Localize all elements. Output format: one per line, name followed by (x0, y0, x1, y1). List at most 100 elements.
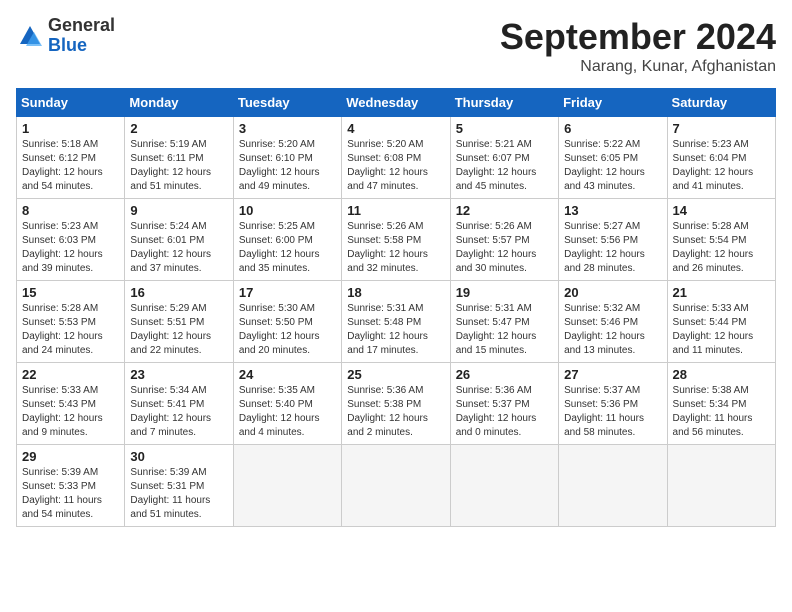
calendar-day-cell: 5Sunrise: 5:21 AMSunset: 6:07 PMDaylight… (450, 117, 558, 199)
calendar-day-cell: 8 Sunrise: 5:23 AMSunset: 6:03 PMDaylight… (17, 199, 125, 281)
calendar-day-cell: 24 Sunrise: 5:35 AMSunset: 5:40 PMDayligh… (233, 363, 341, 445)
calendar-table: SundayMondayTuesdayWednesdayThursdayFrid… (16, 88, 776, 527)
day-number: 3 (239, 121, 336, 136)
day-number: 23 (130, 367, 227, 382)
calendar-day-cell: 30 Sunrise: 5:39 AMSunset: 5:31 PMDayligh… (125, 445, 233, 527)
calendar-day-cell (559, 445, 667, 527)
day-info: Sunrise: 5:26 AMSunset: 5:57 PMDaylight:… (456, 220, 553, 276)
day-info: Sunrise: 5:33 AMSunset: 5:44 PMDaylight:… (673, 302, 770, 358)
day-number: 1 (22, 121, 119, 136)
weekday-header: Friday (559, 89, 667, 117)
day-info: Sunrise: 5:37 AMSunset: 5:36 PMDaylight:… (564, 384, 661, 440)
calendar-day-cell (450, 445, 558, 527)
calendar-day-cell: 27 Sunrise: 5:37 AMSunset: 5:36 PMDayligh… (559, 363, 667, 445)
day-number: 17 (239, 285, 336, 300)
calendar-day-cell: 16Sunrise: 5:29 AMSunset: 5:51 PMDayligh… (125, 281, 233, 363)
calendar-day-cell: 29 Sunrise: 5:39 AMSunset: 5:33 PMDayligh… (17, 445, 125, 527)
logo-general: General (48, 15, 115, 35)
day-number: 27 (564, 367, 661, 382)
day-number: 20 (564, 285, 661, 300)
day-info: Sunrise: 5:36 AMSunset: 5:37 PMDaylight:… (456, 384, 553, 440)
day-info: Sunrise: 5:35 AMSunset: 5:40 PMDaylight:… (239, 384, 336, 440)
day-info: Sunrise: 5:30 AMSunset: 5:50 PMDaylight:… (239, 302, 336, 358)
calendar-day-cell: 26 Sunrise: 5:36 AMSunset: 5:37 PMDayligh… (450, 363, 558, 445)
day-number: 12 (456, 203, 553, 218)
calendar-day-cell: 28 Sunrise: 5:38 AMSunset: 5:34 PMDayligh… (667, 363, 775, 445)
day-number: 28 (673, 367, 770, 382)
calendar-week-row: 1 Sunrise: 5:18 AMSunset: 6:12 PMDaylight… (17, 117, 776, 199)
calendar-day-cell: 23Sunrise: 5:34 AMSunset: 5:41 PMDayligh… (125, 363, 233, 445)
weekday-header: Wednesday (342, 89, 450, 117)
logo-text: General Blue (48, 16, 115, 56)
day-info: Sunrise: 5:39 AMSunset: 5:31 PMDaylight:… (130, 466, 227, 522)
day-info: Sunrise: 5:31 AMSunset: 5:48 PMDaylight:… (347, 302, 444, 358)
day-info: Sunrise: 5:20 AMSunset: 6:08 PMDaylight:… (347, 138, 444, 194)
day-number: 29 (22, 449, 119, 464)
month-year: September 2024 (500, 16, 776, 58)
day-number: 7 (673, 121, 770, 136)
day-info: Sunrise: 5:23 AMSunset: 6:03 PMDaylight:… (22, 220, 119, 276)
calendar-week-row: 29 Sunrise: 5:39 AMSunset: 5:33 PMDayligh… (17, 445, 776, 527)
calendar-day-cell: 6 Sunrise: 5:22 AMSunset: 6:05 PMDaylight… (559, 117, 667, 199)
day-info: Sunrise: 5:18 AMSunset: 6:12 PMDaylight:… (22, 138, 119, 194)
day-info: Sunrise: 5:38 AMSunset: 5:34 PMDaylight:… (673, 384, 770, 440)
day-info: Sunrise: 5:26 AMSunset: 5:58 PMDaylight:… (347, 220, 444, 276)
day-info: Sunrise: 5:21 AMSunset: 6:07 PMDaylight:… (456, 138, 553, 194)
day-info: Sunrise: 5:33 AMSunset: 5:43 PMDaylight:… (22, 384, 119, 440)
calendar-day-cell: 10Sunrise: 5:25 AMSunset: 6:00 PMDayligh… (233, 199, 341, 281)
weekday-header-row: SundayMondayTuesdayWednesdayThursdayFrid… (17, 89, 776, 117)
day-number: 26 (456, 367, 553, 382)
calendar-day-cell: 14Sunrise: 5:28 AMSunset: 5:54 PMDayligh… (667, 199, 775, 281)
day-number: 15 (22, 285, 119, 300)
day-number: 8 (22, 203, 119, 218)
calendar-day-cell: 11 Sunrise: 5:26 AMSunset: 5:58 PMDayligh… (342, 199, 450, 281)
day-info: Sunrise: 5:20 AMSunset: 6:10 PMDaylight:… (239, 138, 336, 194)
location: Narang, Kunar, Afghanistan (500, 58, 776, 76)
calendar-day-cell: 2Sunrise: 5:19 AMSunset: 6:11 PMDaylight… (125, 117, 233, 199)
day-info: Sunrise: 5:22 AMSunset: 6:05 PMDaylight:… (564, 138, 661, 194)
logo: General Blue (16, 16, 115, 56)
day-number: 4 (347, 121, 444, 136)
calendar-week-row: 15 Sunrise: 5:28 AMSunset: 5:53 PMDayligh… (17, 281, 776, 363)
weekday-header: Saturday (667, 89, 775, 117)
day-info: Sunrise: 5:29 AMSunset: 5:51 PMDaylight:… (130, 302, 227, 358)
day-number: 6 (564, 121, 661, 136)
day-info: Sunrise: 5:19 AMSunset: 6:11 PMDaylight:… (130, 138, 227, 194)
calendar-day-cell: 21 Sunrise: 5:33 AMSunset: 5:44 PMDayligh… (667, 281, 775, 363)
weekday-header: Sunday (17, 89, 125, 117)
calendar-week-row: 22 Sunrise: 5:33 AMSunset: 5:43 PMDayligh… (17, 363, 776, 445)
day-info: Sunrise: 5:23 AMSunset: 6:04 PMDaylight:… (673, 138, 770, 194)
day-number: 9 (130, 203, 227, 218)
day-info: Sunrise: 5:28 AMSunset: 5:54 PMDaylight:… (673, 220, 770, 276)
day-info: Sunrise: 5:25 AMSunset: 6:00 PMDaylight:… (239, 220, 336, 276)
day-info: Sunrise: 5:36 AMSunset: 5:38 PMDaylight:… (347, 384, 444, 440)
day-number: 11 (347, 203, 444, 218)
day-info: Sunrise: 5:39 AMSunset: 5:33 PMDaylight:… (22, 466, 119, 522)
day-number: 19 (456, 285, 553, 300)
calendar-day-cell: 18 Sunrise: 5:31 AMSunset: 5:48 PMDayligh… (342, 281, 450, 363)
day-number: 30 (130, 449, 227, 464)
day-number: 21 (673, 285, 770, 300)
calendar-day-cell: 22 Sunrise: 5:33 AMSunset: 5:43 PMDayligh… (17, 363, 125, 445)
day-number: 25 (347, 367, 444, 382)
day-number: 24 (239, 367, 336, 382)
calendar-day-cell: 9Sunrise: 5:24 AMSunset: 6:01 PMDaylight… (125, 199, 233, 281)
calendar-day-cell: 13Sunrise: 5:27 AMSunset: 5:56 PMDayligh… (559, 199, 667, 281)
day-number: 22 (22, 367, 119, 382)
calendar-day-cell (233, 445, 341, 527)
logo-icon (16, 22, 44, 50)
calendar-day-cell: 7 Sunrise: 5:23 AMSunset: 6:04 PMDaylight… (667, 117, 775, 199)
calendar-day-cell (342, 445, 450, 527)
calendar-day-cell: 25 Sunrise: 5:36 AMSunset: 5:38 PMDayligh… (342, 363, 450, 445)
page-header: General Blue September 2024 Narang, Kuna… (16, 16, 776, 76)
day-info: Sunrise: 5:27 AMSunset: 5:56 PMDaylight:… (564, 220, 661, 276)
day-info: Sunrise: 5:28 AMSunset: 5:53 PMDaylight:… (22, 302, 119, 358)
day-number: 18 (347, 285, 444, 300)
calendar-day-cell: 19Sunrise: 5:31 AMSunset: 5:47 PMDayligh… (450, 281, 558, 363)
calendar-day-cell: 12 Sunrise: 5:26 AMSunset: 5:57 PMDayligh… (450, 199, 558, 281)
calendar-day-cell: 15 Sunrise: 5:28 AMSunset: 5:53 PMDayligh… (17, 281, 125, 363)
weekday-header: Monday (125, 89, 233, 117)
day-info: Sunrise: 5:32 AMSunset: 5:46 PMDaylight:… (564, 302, 661, 358)
weekday-header: Tuesday (233, 89, 341, 117)
calendar-day-cell: 17 Sunrise: 5:30 AMSunset: 5:50 PMDayligh… (233, 281, 341, 363)
